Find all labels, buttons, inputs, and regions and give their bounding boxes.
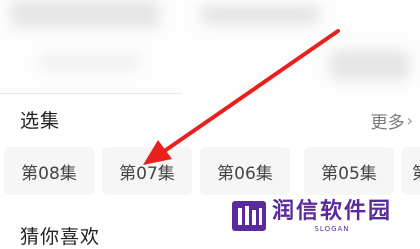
episode-button-partial[interactable]: 第 (402, 147, 420, 195)
episode-list: 第08集 第07集 第06集 第05集 第 (0, 147, 420, 197)
episode-button-07[interactable]: 第07集 (102, 147, 192, 195)
episode-button-06[interactable]: 第06集 (200, 147, 290, 195)
episode-button-08[interactable]: 第08集 (4, 147, 94, 195)
episode-section-title: 选集 (20, 110, 61, 132)
more-label: 更多 (370, 113, 405, 133)
watermark-slogan: SLOGAN (314, 224, 350, 233)
recommend-section-title: 猜你喜欢 (20, 226, 101, 248)
more-episodes-link[interactable]: 更多 › (371, 108, 413, 133)
chevron-right-icon: › (406, 111, 413, 130)
watermark-title: 润信软件园 (272, 198, 393, 224)
blurred-header-area (0, 0, 420, 95)
section-divider (0, 93, 182, 94)
episode-button-05[interactable]: 第05集 (304, 147, 394, 195)
watermark-logo-icon (232, 201, 266, 231)
watermark: 润信软件园 SLOGAN (232, 194, 417, 238)
